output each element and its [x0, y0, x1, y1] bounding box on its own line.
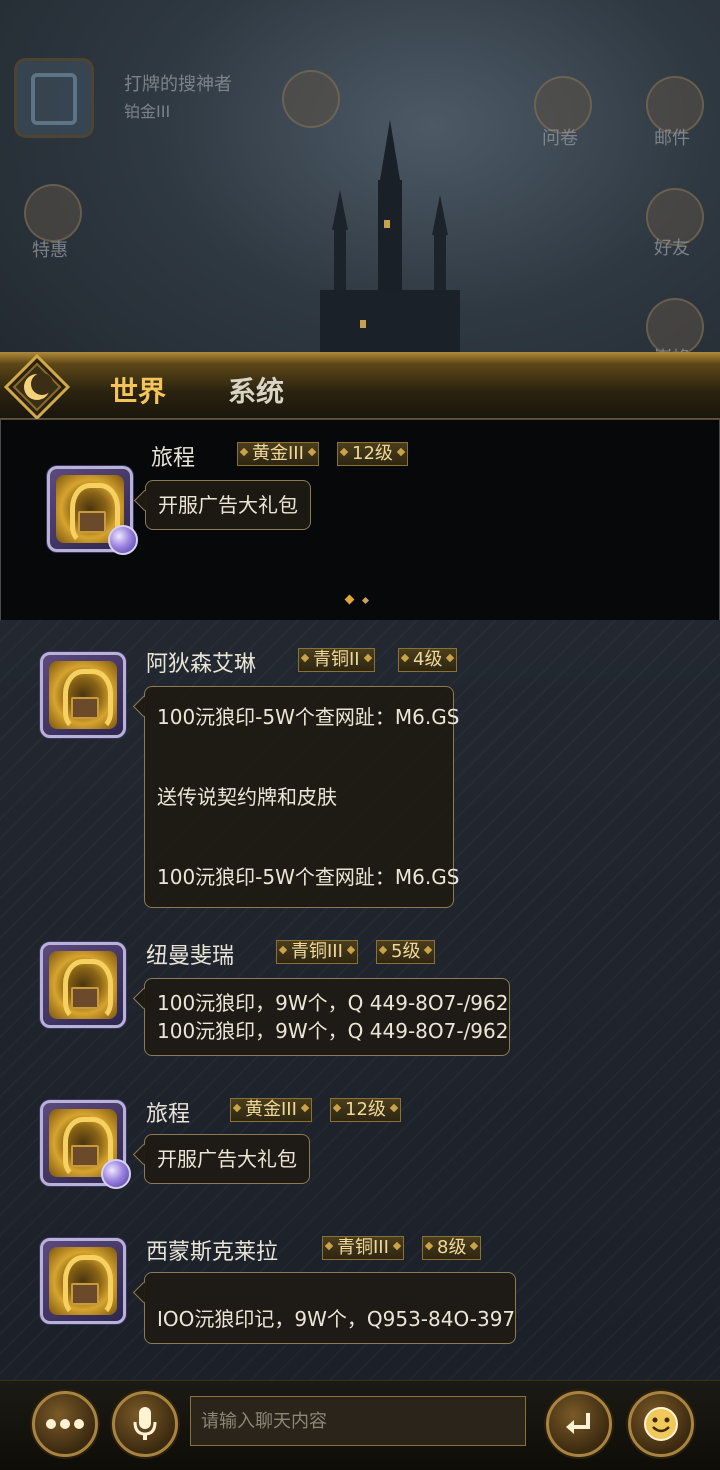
microphone-icon — [133, 1407, 157, 1440]
avatar[interactable] — [40, 1238, 126, 1324]
message-text: 开服广告大礼包 — [158, 493, 298, 517]
chat-input-field[interactable] — [190, 1396, 526, 1446]
message-line: 开服广告大礼包 — [157, 1147, 297, 1171]
more-button[interactable] — [32, 1391, 98, 1457]
crystal-orb-icon — [101, 1159, 131, 1189]
message-line — [157, 737, 441, 777]
level-badge: 8级 — [422, 1236, 482, 1260]
message-bubble: 100沅狼印，9W个，Q 449-8O7-/962 100沅狼印，9W个，Q 4… — [144, 978, 510, 1056]
message-line: 100沅狼印，9W个，Q 449-8O7-/962 — [157, 991, 509, 1015]
sender-name: 旅程 — [151, 446, 196, 471]
sender-name: 旅程 — [146, 1102, 191, 1127]
sender-name: 纽曼斐瑞 — [146, 944, 235, 969]
page-indicator — [344, 588, 378, 607]
sun-moon-emblem-icon[interactable] — [4, 354, 70, 420]
level-badge: 12级 — [337, 442, 408, 466]
rank-badge: 青铜II — [298, 648, 375, 672]
golden-helm-icon — [49, 951, 117, 1021]
emoji-button[interactable] — [628, 1391, 694, 1457]
player-name: 打牌的搜神者 — [124, 74, 232, 95]
tab-system[interactable]: 系统 — [228, 370, 284, 410]
message-line — [157, 817, 441, 857]
tab-world[interactable]: 世界 — [110, 370, 166, 410]
message-line: 100沅狼印-5W个查网趾：M6.GS — [157, 865, 460, 889]
player-rank: 铂金III — [124, 102, 171, 121]
questionnaire-label: 问卷 — [542, 128, 578, 149]
message-line: 100沅狼印，9W个，Q 449-8O7-/962 — [157, 1019, 509, 1043]
level-badge: 4级 — [398, 648, 458, 672]
return-arrow-icon — [566, 1413, 590, 1434]
message-line: 送传说契约牌和皮肤 — [157, 785, 337, 809]
more-dots-icon — [46, 1419, 84, 1429]
friends-label: 好友 — [654, 238, 690, 259]
message-line: IOO沅狼印记，9W个，Q953-84O-397 — [157, 1307, 516, 1331]
voice-button[interactable] — [112, 1391, 178, 1457]
avatar[interactable] — [40, 942, 126, 1028]
sender-name: 西蒙斯克莱拉 — [146, 1240, 279, 1265]
avatar[interactable] — [47, 466, 138, 555]
deals-label: 特惠 — [32, 240, 68, 261]
golden-helm-icon — [49, 1247, 117, 1317]
eye-icon[interactable] — [282, 70, 340, 128]
rank-badge: 黄金III — [230, 1098, 312, 1122]
rank-badge: 青铜III — [276, 940, 358, 964]
golden-helm-icon — [49, 661, 117, 731]
message-bubble: 开服广告大礼包 — [145, 480, 311, 530]
level-badge: 12级 — [330, 1098, 401, 1122]
rank-badge: 黄金III — [237, 442, 319, 466]
page-dot — [361, 596, 370, 605]
chat-tab-bar — [0, 352, 720, 419]
smiley-icon — [644, 1407, 678, 1441]
rank-badge: 青铜III — [322, 1236, 404, 1260]
sender-name: 阿狄森艾琳 — [146, 652, 257, 677]
message-line — [157, 1283, 503, 1305]
level-badge: 5级 — [376, 940, 436, 964]
send-button[interactable] — [546, 1391, 612, 1457]
avatar[interactable] — [40, 1100, 131, 1189]
message-bubble: 100沅狼印-5W个查网趾：M6.GS 送传说契约牌和皮肤 100沅狼印-5W个… — [144, 686, 460, 908]
message-line: 100沅狼印-5W个查网趾：M6.GS — [157, 705, 460, 729]
message-bubble: IOO沅狼印记，9W个，Q953-84O-397 — [144, 1272, 516, 1344]
page-dot — [344, 594, 355, 605]
avatar[interactable] — [40, 652, 126, 738]
crystal-orb-icon — [108, 525, 138, 555]
player-avatar[interactable] — [14, 58, 94, 138]
mail-label: 邮件 — [654, 128, 690, 149]
message-bubble: 开服广告大礼包 — [144, 1134, 310, 1184]
gift-icon[interactable] — [24, 184, 82, 242]
